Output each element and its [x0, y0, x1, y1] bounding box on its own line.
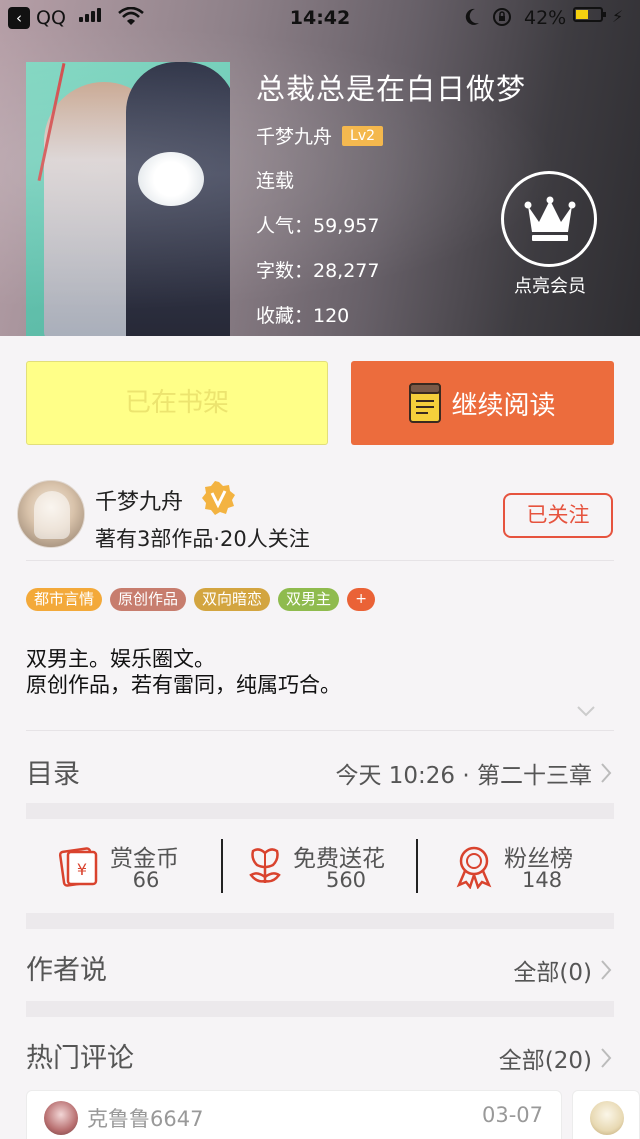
author-name[interactable]: 千梦九舟: [95, 484, 183, 516]
reward-fans-value: 148: [522, 868, 563, 892]
book-cover[interactable]: [26, 62, 230, 336]
member-button[interactable]: [501, 171, 597, 267]
toc-latest-chapter[interactable]: 今天 10:26 · 第二十三章: [335, 756, 612, 790]
comment-card[interactable]: [572, 1090, 640, 1139]
book-icon: [409, 383, 442, 423]
on-shelf-button[interactable]: 已在书架: [26, 361, 328, 445]
comment-user[interactable]: 克鲁鲁6647: [87, 1103, 203, 1133]
section-gap: [26, 913, 614, 929]
section-gap: [26, 1001, 614, 1017]
reward-fans[interactable]: 粉丝榜 148: [418, 819, 614, 914]
tag-item[interactable]: 都市言情: [26, 588, 103, 611]
battery-percent: 42%: [524, 7, 567, 29]
chevron-right-icon: [601, 960, 612, 980]
author-says-title[interactable]: 作者说: [26, 948, 107, 987]
tag-item[interactable]: 原创作品: [110, 588, 187, 611]
tag-list: 都市言情 原创作品 双向暗恋 双男主 +: [26, 588, 376, 611]
verified-badge-icon: [202, 481, 235, 515]
add-tag-button[interactable]: +: [347, 588, 376, 611]
reward-flowers[interactable]: 免费送花 560: [223, 819, 417, 914]
book-author-line: 千梦九舟 Lv2: [256, 122, 384, 149]
tag-item[interactable]: 双向暗恋: [194, 588, 271, 611]
author-level-badge: Lv2: [342, 125, 384, 146]
chevron-right-icon: [601, 1048, 612, 1068]
crown-icon: [524, 196, 576, 241]
author-says-count: 全部(0): [513, 960, 592, 986]
author-avatar[interactable]: [17, 480, 85, 548]
comment-date: 03-07: [481, 1103, 543, 1127]
continue-reading-button[interactable]: 继续阅读: [351, 361, 614, 445]
chevron-down-icon[interactable]: [576, 705, 596, 717]
reward-coins[interactable]: ¥ 赏金币 66: [26, 819, 222, 914]
follow-button[interactable]: 已关注: [503, 493, 613, 538]
book-title: 总裁总是在白日做梦: [256, 72, 527, 106]
tag-item[interactable]: 双男主: [278, 588, 340, 611]
continue-reading-label: 继续阅读: [451, 390, 556, 421]
member-label[interactable]: 点亮会员: [490, 272, 610, 298]
rewards-row: ¥ 赏金币 66 免费送花 560 粉丝榜 148: [26, 819, 614, 914]
battery-icon: [573, 7, 606, 22]
author-meta: 著有3部作品·20人关注: [95, 527, 310, 551]
moon-icon: [465, 8, 479, 25]
hot-comments-all[interactable]: 全部(20): [499, 1041, 612, 1075]
divider: [26, 730, 614, 731]
hot-comments-title[interactable]: 热门评论: [26, 1036, 134, 1075]
toc-title[interactable]: 目录: [26, 752, 80, 791]
favorites-stat: 收藏：120: [256, 305, 350, 327]
description-line: 双男主。娱乐圈文。: [26, 647, 215, 671]
chevron-right-icon: [601, 763, 612, 783]
flower-icon: [249, 848, 281, 883]
avatar[interactable]: [590, 1101, 624, 1135]
divider: [26, 560, 614, 561]
charging-icon: ⚡: [612, 7, 624, 26]
hot-comments-count: 全部(20): [498, 1048, 592, 1074]
red-envelope-icon: ¥: [58, 847, 98, 887]
reward-flowers-value: 560: [325, 868, 367, 892]
popularity-stat: 人气：59,957: [256, 215, 380, 237]
rotation-lock-icon: [493, 8, 511, 26]
toc-latest-label: 今天 10:26 · 第二十三章: [335, 763, 592, 789]
book-author-name[interactable]: 千梦九舟: [256, 122, 332, 149]
svg-text:¥: ¥: [77, 860, 87, 879]
reward-coins-value: 66: [132, 868, 160, 892]
book-description: 双男主。娱乐圈文。 原创作品，若有雷同，纯属巧合。: [26, 646, 341, 698]
serial-status: 连载: [256, 170, 295, 192]
book-header: ‹ QQ 14:42 42% ⚡ 总裁总是在白日做梦 千梦九舟 Lv2 连载 人…: [0, 0, 640, 336]
description-line: 原创作品，若有雷同，纯属巧合。: [26, 673, 341, 697]
status-bar: ‹ QQ 14:42 42% ⚡: [0, 0, 640, 36]
medal-icon: [456, 846, 492, 889]
word-count-stat: 字数：28,277: [256, 260, 380, 282]
section-gap: [26, 803, 614, 819]
author-says-all[interactable]: 全部(0): [513, 953, 612, 987]
avatar[interactable]: [44, 1101, 78, 1135]
comment-card[interactable]: 克鲁鲁6647 03-07: [26, 1090, 562, 1139]
